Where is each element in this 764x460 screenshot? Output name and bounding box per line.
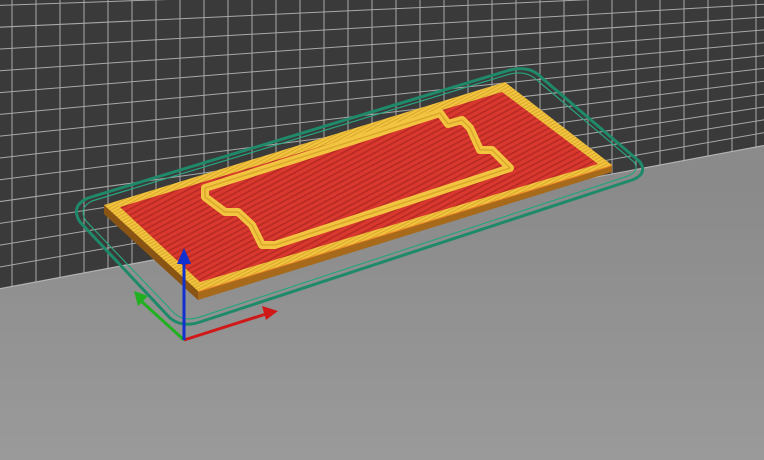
- 3d-preview-viewport[interactable]: [0, 0, 764, 460]
- x-axis-arrow: [262, 306, 278, 320]
- preview-scene[interactable]: [0, 0, 764, 460]
- y-axis-line: [138, 298, 186, 342]
